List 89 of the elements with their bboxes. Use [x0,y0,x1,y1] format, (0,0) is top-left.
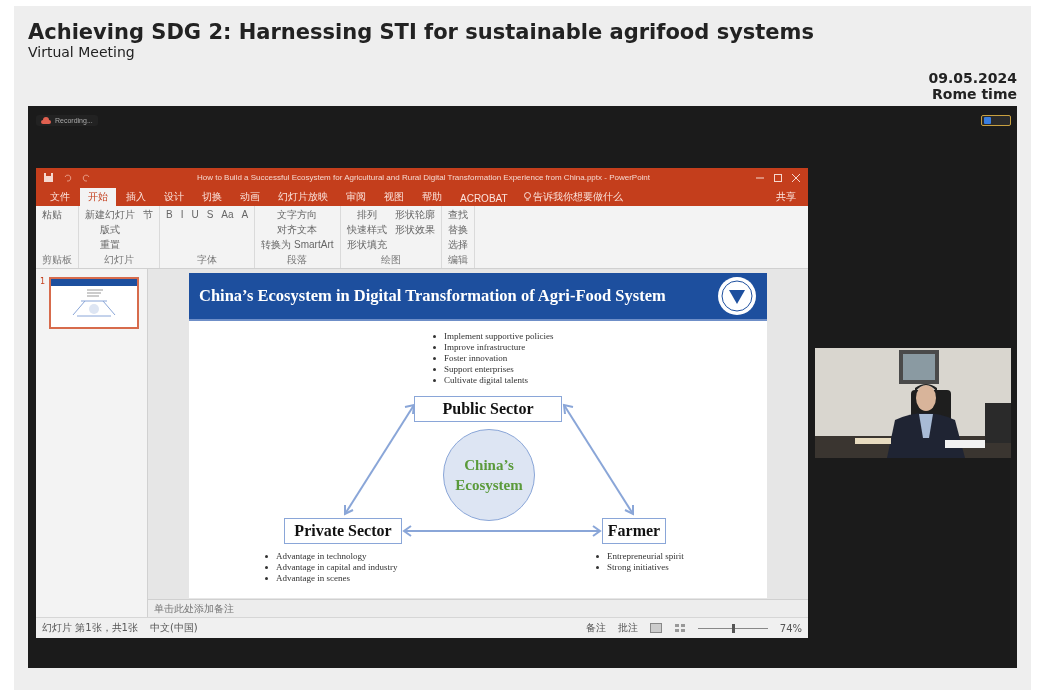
meeting-date: 09.05.2024 [928,70,1017,86]
ribbon-button[interactable]: 替换 [447,223,468,237]
notes-placeholder[interactable]: 单击此处添加备注 [154,601,234,616]
ribbon-button[interactable]: 对齐文本 [277,223,318,237]
bullet-item: Support enterprises [444,364,514,375]
ribbon-button[interactable]: I [180,208,184,222]
ribbon-group-label: 幻灯片 [103,254,135,266]
language-indicator[interactable]: 中文(中国) [149,621,198,635]
ribbon-button[interactable]: 选择 [447,238,468,252]
bullet-dot-icon [265,577,268,580]
save-icon [44,173,53,182]
bullet-item: Entrepreneurial spirit [607,551,684,562]
slide-counter: 幻灯片 第1张，共1张 [42,621,138,635]
bullet-dot-icon [596,555,599,558]
university-emblem-icon [717,276,757,316]
bullet-item: Implement supportive policies [444,331,554,342]
center-circle: China’s Ecosystem [443,429,535,521]
lightbulb-icon [523,192,531,202]
ribbon-button[interactable]: B [166,208,173,222]
ribbon-tab[interactable]: 插入 [118,188,154,206]
page-title: Achieving SDG 2: Harnessing STI for sustainable agrifood systems [28,20,815,44]
ribbon-button[interactable]: 形状填充 [346,238,387,252]
bullet-item: Improve infrastructure [444,342,526,353]
bullet-dot-icon [265,566,268,569]
ribbon-button[interactable]: Aa [221,208,234,222]
bullet-dot-icon [433,335,436,338]
ribbon-button[interactable]: 粘贴 [42,208,62,222]
ribbon-group-label: 段落 [286,254,309,266]
ribbon-group-label: 剪贴板 [42,254,72,266]
share-button[interactable]: 共享 [770,188,802,206]
ribbon-button[interactable]: 重置 [100,238,120,252]
ribbon-tab[interactable]: 切换 [194,188,230,206]
ribbon-button[interactable]: 节 [143,208,153,222]
ribbon-tab[interactable]: 幻灯片放映 [270,188,336,206]
ribbon-button[interactable]: 转换为 SmartArt [261,238,334,252]
bullet-dot-icon [433,368,436,371]
ribbon-button[interactable]: 排列 [356,208,377,222]
bullet-item: Cultivate digital talents [444,375,528,386]
bullet-dot-icon [433,357,436,360]
ribbon-button[interactable]: 新建幻灯片 [85,208,135,222]
ribbon-button[interactable]: 查找 [447,208,468,222]
undo-icon [63,173,72,182]
maximize-icon [774,173,782,182]
ribbon-tab[interactable]: 帮助 [414,188,450,206]
notes-button[interactable]: 备注 [585,621,606,635]
bullet-dot-icon [433,379,436,382]
sector-node: Public Sector [414,396,562,422]
page-subtitle: Virtual Meeting [28,44,136,60]
tell-me-search[interactable]: 告诉我你想要做什么 [517,188,629,206]
slide-sorter-icon [673,623,686,633]
bullet-item: Advantage in scenes [276,573,350,584]
zoom-slider-thumb[interactable] [731,623,735,633]
ribbon-tab[interactable]: 开始 [80,188,116,206]
bullet-item: Advantage in capital and industry [276,562,398,573]
ribbon-tab[interactable]: 设计 [156,188,192,206]
ribbon-button[interactable]: 快速样式 [346,223,387,237]
bullet-dot-icon [596,566,599,569]
slide-title: China’s Ecosystem in Digital Transformation of Agri-Food System [199,286,666,306]
window-title: How to Build a Successful Ecosystem for Agricultural and Rural Digital Transformation Experience from China.pptx - PowerPoint [195,173,652,182]
cloud-icon [41,116,51,124]
close-icon [792,173,800,182]
ribbon-group-label: 字体 [196,254,219,266]
bullet-item: Foster innovation [444,353,508,364]
sector-node: Farmer [602,518,666,544]
ribbon-group-label: 编辑 [447,254,468,266]
ribbon-tab[interactable]: 文件 [42,188,78,206]
ribbon-button[interactable]: 文字方向 [277,208,318,222]
ribbon-tab[interactable]: 审阅 [338,188,374,206]
ribbon-tab[interactable]: 视图 [376,188,412,206]
redo-icon [82,173,91,182]
timezone-label: Rome time [932,86,1017,102]
sector-node: Private Sector [284,518,402,544]
ribbon-tab[interactable]: 动画 [232,188,268,206]
ribbon-group-label: 绘图 [379,254,402,266]
ribbon-button[interactable]: 形状轮廓 [394,208,435,222]
bullet-item: Strong initiatives [607,562,669,573]
comments-button[interactable]: 批注 [617,621,638,635]
ribbon-button[interactable]: 形状效果 [394,223,435,237]
ribbon-button[interactable]: A [241,208,249,222]
ribbon-button[interactable]: 版式 [100,223,120,237]
bullet-dot-icon [433,346,436,349]
bullet-item: Advantage in technology [276,551,367,562]
ribbon-button[interactable]: U [191,208,199,222]
zoom-percentage[interactable]: 74% [779,622,802,634]
ribbon-tab[interactable]: ACROBAT [452,191,516,206]
bullet-dot-icon [265,555,268,558]
slide-number: 1 [40,277,46,288]
ribbon-button[interactable]: S [206,208,214,222]
normal-view-icon [649,623,662,633]
